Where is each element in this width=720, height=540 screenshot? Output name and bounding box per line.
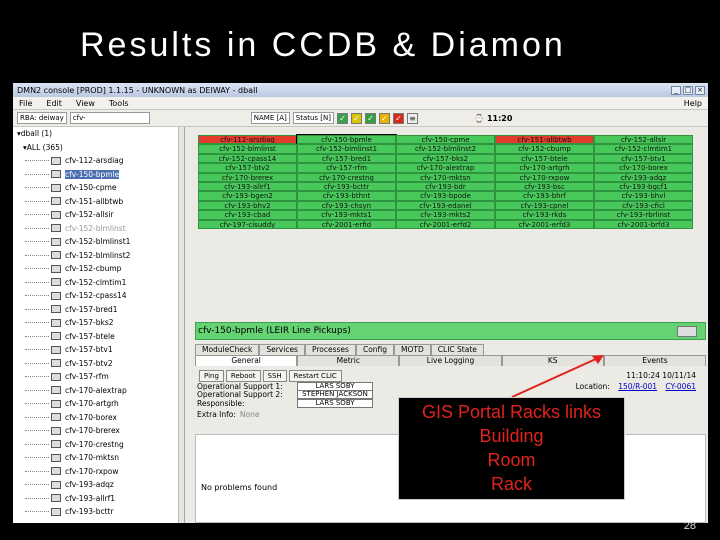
callout-line: Building (479, 426, 544, 446)
callout-box: GIS Portal Racks links Building Room Rac… (398, 397, 625, 500)
callout-line: Rack (490, 474, 532, 494)
callout-line: Room (487, 450, 536, 470)
callout-line: GIS Portal Racks links (421, 402, 602, 422)
page-number: 28 (683, 520, 696, 532)
